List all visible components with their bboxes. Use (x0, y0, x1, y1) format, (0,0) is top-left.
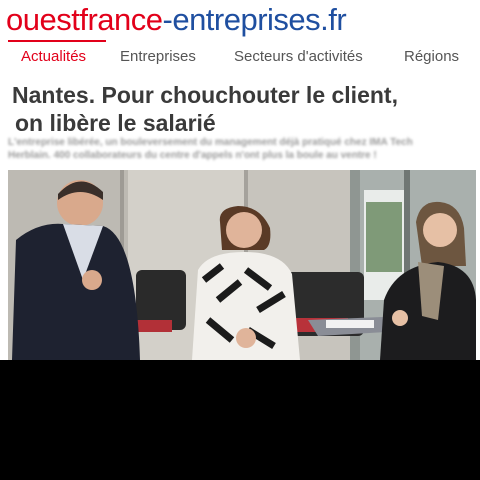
logo-part-ouestfrance: ouestfrance (6, 2, 163, 37)
main-nav: Actualités Entreprises Secteurs d'activi… (0, 40, 480, 76)
active-tab-indicator (8, 40, 106, 42)
page-content: ouestfrance-entreprises.fr Actualités En… (0, 0, 480, 360)
article-summary: L'entreprise libérée, un bouleversement … (8, 136, 478, 164)
site-logo[interactable]: ouestfrance-entreprises.fr (6, 2, 347, 38)
photo-illustration (8, 170, 476, 360)
tab-regions[interactable]: Régions (404, 48, 459, 65)
article-title[interactable]: Nantes. Pour chouchouter le client, on l… (12, 81, 472, 137)
article-photo[interactable] (8, 170, 476, 360)
article-title-line-1: Nantes. Pour chouchouter le client, (12, 82, 398, 108)
tab-entreprises[interactable]: Entreprises (120, 48, 196, 65)
article-summary-line-2: Herblain. 400 collaborateurs du centre d… (8, 150, 377, 161)
article-summary-line-1: L'entreprise libérée, un bouleversement … (8, 137, 413, 148)
article-title-line-2: on libère le salarié (15, 110, 216, 136)
tab-actualites[interactable]: Actualités (21, 48, 86, 65)
logo-part-entreprises: -entreprises.fr (162, 2, 347, 37)
tab-secteurs-activites[interactable]: Secteurs d'activités (234, 48, 363, 65)
